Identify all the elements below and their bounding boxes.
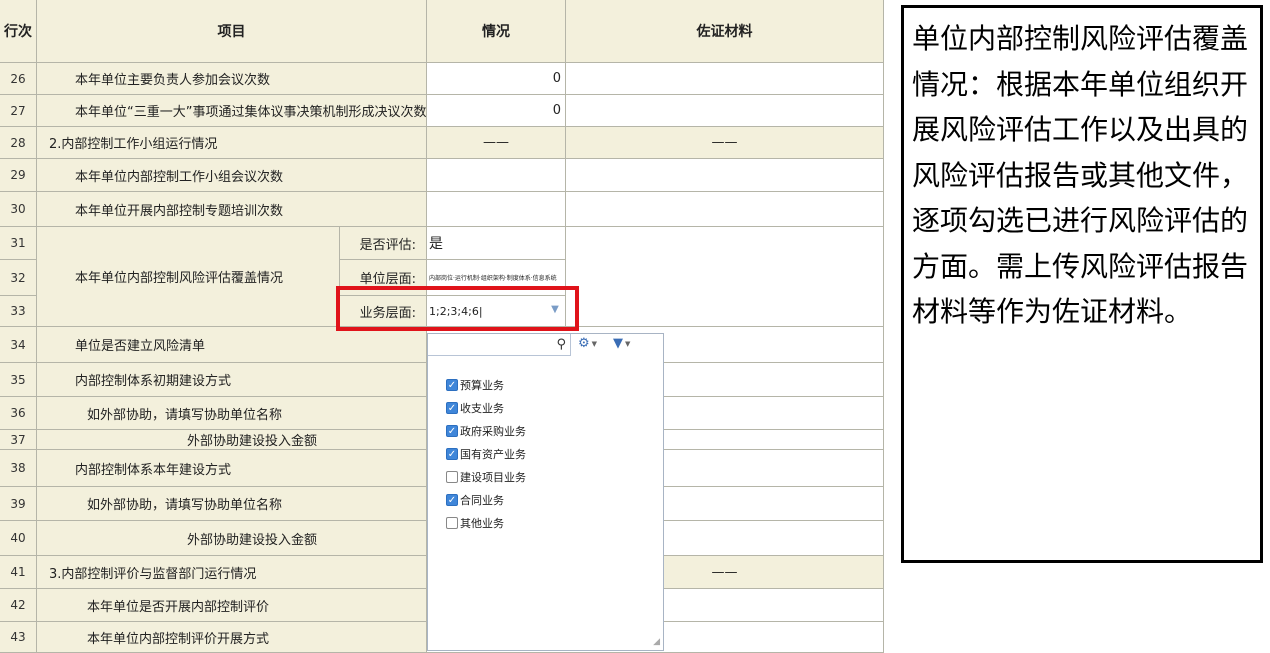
dropdown-option[interactable]: 建设项目业务 [446, 467, 526, 487]
checkbox-checked-icon[interactable]: ✓ [446, 379, 458, 391]
row-number: 26 [0, 63, 37, 95]
header-row-number: 行次 [0, 0, 37, 63]
checkbox-unchecked-icon[interactable] [446, 471, 458, 483]
row-item: 本年单位是否开展内部控制评价 [37, 589, 427, 622]
row-number: 40 [0, 521, 37, 556]
status-input[interactable] [427, 192, 566, 227]
row-number: 39 [0, 487, 37, 521]
dropdown-option[interactable]: ✓ 收支业务 [446, 398, 504, 418]
status-input[interactable] [427, 159, 566, 192]
row-number: 27 [0, 95, 37, 127]
dropdown-option-label: 其他业务 [460, 517, 504, 530]
evidence-cell[interactable] [566, 159, 884, 192]
header-status: 情况 [427, 0, 566, 63]
row-number: 34 [0, 327, 37, 363]
dropdown-option-label: 国有资产业务 [460, 448, 526, 461]
row-number: 31 [0, 227, 37, 260]
row-number: 38 [0, 450, 37, 487]
row-number: 32 [0, 260, 37, 296]
row-item: 本年单位开展内部控制专题培训次数 [37, 192, 427, 227]
evidence-cell[interactable] [566, 227, 884, 327]
checkbox-checked-icon[interactable]: ✓ [446, 448, 458, 460]
checkbox-checked-icon[interactable]: ✓ [446, 402, 458, 414]
dropdown-option-label: 收支业务 [460, 402, 504, 415]
dropdown-option[interactable]: ✓ 合同业务 [446, 490, 504, 510]
dropdown-option-label: 预算业务 [460, 379, 504, 392]
row-item: 单位是否建立风险清单 [37, 327, 427, 363]
row-item: 本年单位内部控制评价开展方式 [37, 622, 427, 653]
section-heading: 2.内部控制工作小组运行情况 [37, 127, 427, 159]
annotation-note: 单位内部控制风险评估覆盖情况：根据本年单位组织开展风险评估工作以及出具的风险评估… [901, 5, 1263, 563]
row-item: 如外部协助，请填写协助单位名称 [37, 487, 427, 521]
row-number: 28 [0, 127, 37, 159]
dropdown-option-label: 建设项目业务 [460, 471, 526, 484]
checkbox-unchecked-icon[interactable] [446, 517, 458, 529]
dropdown-option[interactable]: ✓ 国有资产业务 [446, 444, 526, 464]
dropdown-option[interactable]: 其他业务 [446, 513, 504, 533]
dropdown-option-label: 政府采购业务 [460, 425, 526, 438]
assessed-label: 是否评估: [340, 227, 427, 260]
risk-assessment-coverage-label: 本年单位内部控制风险评估覆盖情况 [37, 227, 340, 327]
header-evidence: 佐证材料 [566, 0, 884, 63]
row-item: 如外部协助，请填写协助单位名称 [37, 397, 427, 430]
row-item: 内部控制体系初期建设方式 [37, 363, 427, 397]
row-item: 本年单位内部控制工作小组会议次数 [37, 159, 427, 192]
row-number: 41 [0, 556, 37, 589]
row-number: 30 [0, 192, 37, 227]
business-level-dropdown[interactable]: ⚲ ⚙ ▼ ▼ ▼ ✓ 预算业务 ✓ 收支业务 ✓ 政府采购业务 ✓ 国有资产业务 建设项目业务 ✓ 合… [427, 333, 664, 651]
search-icon[interactable]: ⚲ [556, 337, 566, 352]
select-all-icon[interactable]: ⚙ ▼ [578, 336, 597, 351]
section-heading: 3.内部控制评价与监督部门运行情况 [37, 556, 427, 589]
dropdown-search-input[interactable]: ⚲ [428, 334, 571, 356]
evidence-cell[interactable] [566, 95, 884, 127]
row-item: 外部协助建设投入金额 [37, 521, 427, 556]
status-input[interactable]: 0 [427, 63, 566, 95]
row-number: 43 [0, 622, 37, 653]
evidence-cell[interactable] [566, 192, 884, 227]
status-value: —— [427, 127, 566, 159]
row-number: 36 [0, 397, 37, 430]
checkbox-checked-icon[interactable]: ✓ [446, 494, 458, 506]
row-number: 35 [0, 363, 37, 397]
dropdown-option-label: 合同业务 [460, 494, 504, 507]
row-number: 29 [0, 159, 37, 192]
row-item: 外部协助建设投入金额 [37, 430, 427, 450]
assessed-select[interactable]: 是 [427, 227, 566, 260]
dropdown-option[interactable]: ✓ 政府采购业务 [446, 421, 526, 441]
row-item: 本年单位“三重一大”事项通过集体议事决策机制形成决议次数 [37, 95, 427, 127]
highlight-frame [336, 286, 579, 331]
row-number: 42 [0, 589, 37, 622]
row-item: 内部控制体系本年建设方式 [37, 450, 427, 487]
resize-grip-icon[interactable]: ◢ [653, 637, 660, 647]
dropdown-option[interactable]: ✓ 预算业务 [446, 375, 504, 395]
evidence-cell[interactable] [566, 63, 884, 95]
checkbox-checked-icon[interactable]: ✓ [446, 425, 458, 437]
evidence-value: —— [566, 127, 884, 159]
filter-icon[interactable]: ▼ ▼ [613, 336, 630, 351]
row-number: 33 [0, 296, 37, 327]
row-item: 本年单位主要负责人参加会议次数 [37, 63, 427, 95]
header-item: 项目 [37, 0, 427, 63]
status-input[interactable]: 0 [427, 95, 566, 127]
row-number: 37 [0, 430, 37, 450]
